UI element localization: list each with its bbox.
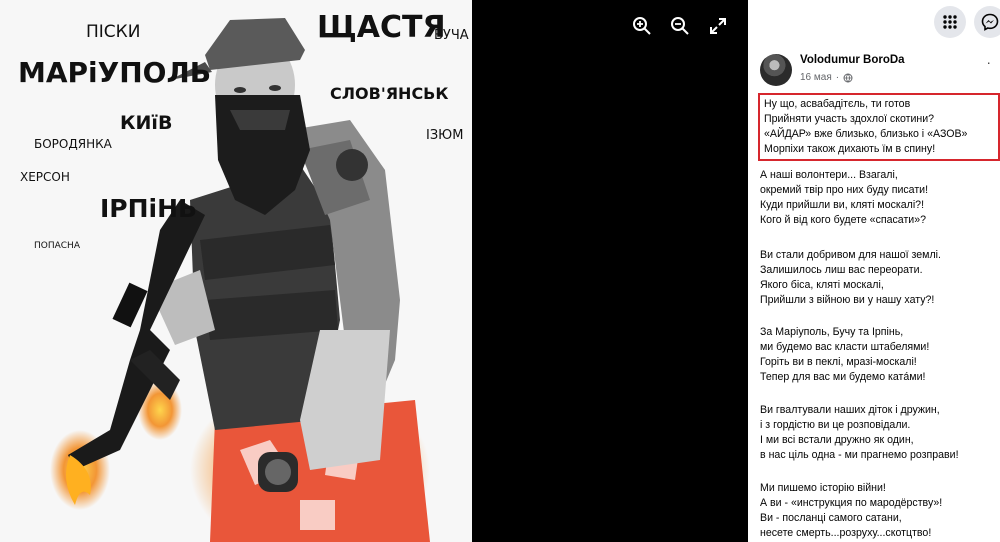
poem-line: «АЙДАР» вже близько, близько і «АЗОВ» (764, 128, 968, 140)
word-popasna: ПОПАСНА (34, 241, 80, 251)
poem-line: Кого й від кого будете «спасати»? (760, 214, 927, 226)
poem-stanza: Ми пишемо історію війни! А ви - «инструк… (760, 481, 994, 541)
poem-line: Морпіхи також дихають їм в спину! (764, 143, 936, 155)
poem-stanza: А наші волонтери... Взагалі, окремий тві… (760, 168, 994, 228)
post-date[interactable]: 16 мая (800, 72, 832, 83)
poem-line: ми будемо вас класти штабелями! (760, 341, 930, 353)
word-kherson: ХЕРСОН (20, 170, 70, 184)
poem-line: Тепер для вас ми будемо катáми! (760, 371, 926, 383)
word-piski: ПІСКИ (86, 22, 141, 42)
viewer-toolbar (630, 14, 730, 38)
messenger-button[interactable] (974, 6, 1000, 38)
word-izium: ІЗЮМ (426, 128, 464, 143)
zoom-in-button[interactable] (630, 14, 654, 38)
menu-button[interactable] (934, 6, 966, 38)
word-shchastia: ЩАСТЯ (317, 10, 446, 45)
poem-line: Прийшли з війною ви у нашу хату?! (760, 294, 935, 306)
poem-line: в нас ціль одна - ми прагнемо розправи! (760, 449, 959, 461)
zoom-out-button[interactable] (668, 14, 692, 38)
poem-stanza: За Маріуполь, Бучу та Ірпінь, ми будемо … (760, 325, 994, 385)
poem-line: Куди прийшли ви, кляті москалі?! (760, 199, 925, 211)
word-mariupol: МАРіУПОЛЬ (18, 56, 212, 89)
post-header: Volodumur BoroDa 16 мая · · (760, 52, 992, 88)
fullscreen-icon (710, 18, 726, 34)
sidebar-topbar (748, 0, 1000, 44)
avatar[interactable] (760, 54, 792, 86)
poem-line: І ми всі встали дружно як один, (760, 434, 914, 446)
globe-icon (843, 73, 853, 83)
poem-line: окремий твір про них буду писати! (760, 184, 929, 196)
word-bucha: БУЧА (434, 28, 469, 43)
poem-stanza: Ви стали добривом для нашої землі. Залиш… (760, 248, 994, 308)
poem-line: Ну що, асвабадітєль, ти готов (764, 98, 911, 110)
poem-line: Ви - посланці самого сатани, (760, 512, 902, 524)
poem-line: несете смерть...розруху...скотцтво! (760, 527, 932, 539)
poem-stanza: Ви гвалтували наших діток і дружин, і з … (760, 403, 994, 463)
post-sidebar: Volodumur BoroDa 16 мая · · Ну що, асваб… (748, 0, 1000, 542)
poem-line: Якого біса, кляті москалі, (760, 279, 884, 291)
word-borodianka: БОРОДЯНКА (34, 137, 112, 151)
more-options-button[interactable]: · (986, 54, 992, 70)
poem-line: Прийняти участь здохлої скотини? (764, 113, 935, 125)
poem-line: А ви - «инструкция по мародёрству»! (760, 497, 943, 509)
post-meta: 16 мая · (800, 72, 853, 83)
photo-viewer: ПІСКИ ЩАСТЯ БУЧА МАРіУПОЛЬ СЛОВ'ЯНСЬК КИ… (0, 0, 748, 542)
post-photo[interactable]: ПІСКИ ЩАСТЯ БУЧА МАРіУПОЛЬ СЛОВ'ЯНСЬК КИ… (0, 0, 472, 542)
zoom-out-icon (671, 17, 689, 35)
fullscreen-button[interactable] (706, 14, 730, 38)
poem-line: Залишилось лиш вас переорати. (760, 264, 923, 276)
poem-line: і з гордістю ви це розповідали. (760, 419, 911, 431)
poem-line: Ми пишемо історію війни! (760, 482, 886, 494)
grid-menu-icon (943, 15, 957, 29)
poem-line: Ви гвалтували наших діток і дружин, (760, 404, 940, 416)
highlighted-stanza: Ну що, асвабадітєль, ти готов Прийняти у… (758, 93, 1000, 161)
word-sloviansk: СЛОВ'ЯНСЬК (330, 84, 449, 103)
poem-line: Ви стали добривом для нашої землі. (760, 249, 941, 261)
word-kyiv: КИїВ (120, 112, 173, 134)
poem-line: За Маріуполь, Бучу та Ірпінь, (760, 326, 904, 338)
messenger-icon (981, 13, 999, 31)
poem-line: А наші волонтери... Взагалі, (760, 169, 898, 181)
author-name[interactable]: Volodumur BoroDa (800, 54, 905, 66)
poem-line: Горіть ви в пеклі, мразі-москалі! (760, 356, 917, 368)
zoom-in-icon (633, 17, 651, 35)
word-irpin: ІРПіНЬ (100, 194, 198, 223)
